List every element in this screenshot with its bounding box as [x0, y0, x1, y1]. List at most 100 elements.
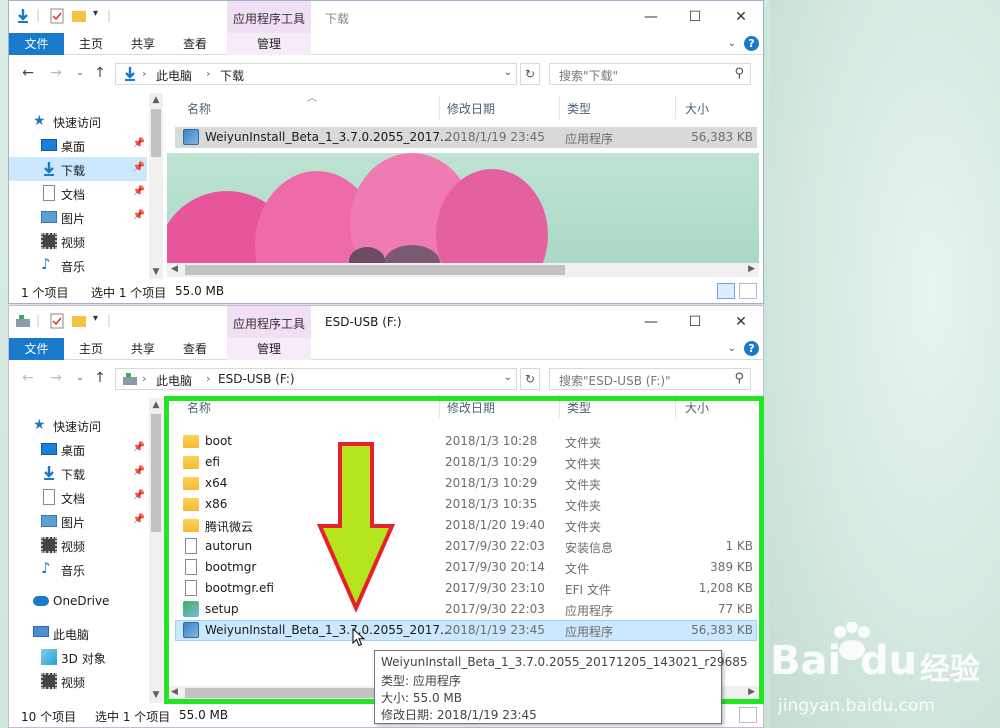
scroll-up-icon[interactable]: ▲ — [149, 95, 163, 105]
table-row[interactable]: x86 2018/1/3 10:35 文件夹 — [175, 494, 757, 515]
close-icon[interactable]: ✕ — [731, 312, 751, 332]
scroll-down-icon[interactable]: ▼ — [149, 690, 163, 700]
back-arrow-icon[interactable]: ← — [19, 65, 37, 81]
address-dropdown-icon[interactable]: ⌄ — [504, 67, 512, 78]
help-icon[interactable]: ? — [744, 341, 759, 356]
large-icons-view-icon[interactable] — [739, 283, 757, 299]
table-row-selected[interactable]: WeiyunInstall_Beta_1_3.7.0.2055_2017... … — [175, 620, 757, 641]
tab-home[interactable]: 主页 — [71, 338, 111, 360]
column-separator[interactable] — [559, 95, 560, 119]
nav-item-videos[interactable]: 视频 — [9, 229, 147, 253]
nav-item-videos-pc[interactable]: 视频 — [9, 669, 147, 693]
search-box[interactable]: 搜索"ESD-USB (F:)" ⚲ — [549, 368, 751, 390]
nav-scrollbar[interactable]: ▲ ▼ — [149, 398, 163, 704]
scroll-thumb[interactable] — [151, 414, 161, 532]
nav-item-music[interactable]: ♪ 音乐 — [9, 557, 147, 581]
address-bar[interactable]: › 此电脑 › ESD-USB (F:) ⌄ — [115, 368, 517, 390]
maximize-icon[interactable]: ☐ — [685, 312, 705, 332]
pin-icon[interactable]: 📌 — [133, 442, 145, 453]
scroll-up-icon[interactable]: ▲ — [149, 400, 163, 410]
pin-icon[interactable]: 📌 — [133, 186, 145, 197]
scroll-thumb[interactable] — [185, 265, 565, 275]
breadcrumb-this-pc[interactable]: 此电脑 — [156, 67, 192, 84]
pin-icon[interactable]: 📌 — [133, 210, 145, 221]
expand-ribbon-icon[interactable]: ⌄ — [728, 343, 736, 354]
pin-icon[interactable]: 📌 — [133, 466, 145, 477]
forward-arrow-icon[interactable]: → — [47, 65, 65, 81]
nav-item-downloads[interactable]: 下载 📌 — [9, 461, 147, 485]
tab-file[interactable]: 文件 — [9, 33, 64, 55]
column-header-date[interactable]: 修改日期 — [447, 392, 495, 420]
nav-item-videos[interactable]: 视频 — [9, 533, 147, 557]
minimize-icon[interactable]: — — [641, 7, 661, 27]
refresh-icon[interactable]: ↻ — [520, 368, 540, 390]
table-row[interactable]: WeiyunInstall_Beta_1_3.7.0.2055_2017... … — [175, 127, 757, 148]
properties-icon[interactable] — [49, 8, 65, 24]
pin-icon[interactable]: 📌 — [133, 490, 145, 501]
maximize-icon[interactable]: ☐ — [685, 7, 705, 27]
nav-item-quick-access[interactable]: ★ 快速访问 — [9, 413, 147, 437]
table-row[interactable]: boot 2018/1/3 10:28 文件夹 — [175, 431, 757, 452]
tab-share[interactable]: 共享 — [123, 33, 163, 55]
nav-item-3d-objects[interactable]: 3D 对象 — [9, 645, 147, 669]
up-arrow-icon[interactable]: ↑ — [91, 370, 109, 386]
horizontal-scrollbar[interactable]: ◀ ▶ — [167, 263, 759, 277]
tab-manage[interactable]: 管理 — [227, 338, 311, 360]
large-icons-view-icon[interactable] — [739, 707, 757, 723]
tab-home[interactable]: 主页 — [71, 33, 111, 55]
scroll-left-icon[interactable]: ◀ — [171, 687, 178, 697]
minimize-icon[interactable]: — — [641, 312, 661, 332]
column-separator[interactable] — [675, 95, 676, 119]
column-header-size[interactable]: 大小 — [685, 392, 709, 420]
tab-view[interactable]: 查看 — [175, 338, 215, 360]
column-header-size[interactable]: 大小 — [685, 93, 709, 121]
recent-locations-icon[interactable]: ⌄ — [71, 373, 89, 383]
download-arrow-icon[interactable] — [15, 8, 31, 24]
help-icon[interactable]: ? — [744, 36, 759, 51]
refresh-icon[interactable]: ↻ — [520, 63, 540, 85]
scroll-right-icon[interactable]: ▶ — [748, 687, 755, 697]
pin-icon[interactable]: 📌 — [133, 138, 145, 149]
column-header-name[interactable]: 名称 — [187, 93, 211, 121]
column-header-type[interactable]: 类型 — [567, 392, 591, 420]
column-header-date[interactable]: 修改日期 — [447, 93, 495, 121]
nav-item-this-pc[interactable]: 此电脑 — [9, 621, 147, 645]
scroll-left-icon[interactable]: ◀ — [171, 264, 178, 274]
recent-locations-icon[interactable]: ⌄ — [71, 68, 89, 78]
breadcrumb-usb-drive[interactable]: ESD-USB (F:) — [218, 372, 295, 386]
new-folder-icon[interactable] — [71, 313, 87, 329]
search-icon[interactable]: ⚲ — [734, 371, 744, 386]
table-row[interactable]: setup 2017/9/30 22:03 应用程序 77 KB — [175, 599, 757, 620]
qat-customize-icon[interactable]: ▾ — [93, 313, 98, 324]
tab-share[interactable]: 共享 — [123, 338, 163, 360]
scroll-down-icon[interactable]: ▼ — [149, 267, 163, 277]
title-bar[interactable]: | ▾ | 应用程序工具 ESD-USB (F:) — ☐ ✕ — [9, 306, 763, 338]
nav-item-documents[interactable]: 文档 📌 — [9, 181, 147, 205]
tab-file[interactable]: 文件 — [9, 338, 64, 360]
up-arrow-icon[interactable]: ↑ — [91, 65, 109, 81]
table-row[interactable]: autorun 2017/9/30 22:03 安装信息 1 KB — [175, 536, 757, 557]
forward-arrow-icon[interactable]: → — [47, 370, 65, 386]
scroll-right-icon[interactable]: ▶ — [748, 264, 755, 274]
properties-icon[interactable] — [49, 313, 65, 329]
nav-item-documents[interactable]: 文档 📌 — [9, 485, 147, 509]
pin-icon[interactable]: 📌 — [133, 162, 145, 173]
column-separator[interactable] — [559, 394, 560, 418]
column-separator[interactable] — [439, 394, 440, 418]
nav-scrollbar[interactable]: ▲ ▼ — [149, 93, 163, 279]
tab-view[interactable]: 查看 — [175, 33, 215, 55]
new-folder-icon[interactable] — [71, 8, 87, 24]
table-row[interactable]: bootmgr.efi 2017/9/30 23:10 EFI 文件 1,208… — [175, 578, 757, 599]
nav-item-quick-access[interactable]: ★ 快速访问 — [9, 109, 147, 133]
explorer-window-downloads[interactable]: | ▾ | 应用程序工具 下载 — ☐ ✕ 文件 主页 共享 查看 管理 ⌄ ?… — [8, 0, 764, 304]
table-row[interactable]: bootmgr 2017/9/30 20:14 文件 389 KB — [175, 557, 757, 578]
table-row[interactable]: 腾讯微云 2018/1/20 19:40 文件夹 — [175, 515, 757, 536]
breadcrumb-this-pc[interactable]: 此电脑 — [156, 372, 192, 389]
column-separator[interactable] — [439, 95, 440, 119]
pin-icon[interactable]: 📌 — [133, 514, 145, 525]
expand-ribbon-icon[interactable]: ⌄ — [728, 38, 736, 49]
tab-manage[interactable]: 管理 — [227, 33, 311, 55]
search-box[interactable]: 搜索"下载" ⚲ — [549, 63, 751, 85]
nav-item-onedrive[interactable]: OneDrive — [9, 589, 147, 613]
table-row[interactable]: x64 2018/1/3 10:29 文件夹 — [175, 473, 757, 494]
